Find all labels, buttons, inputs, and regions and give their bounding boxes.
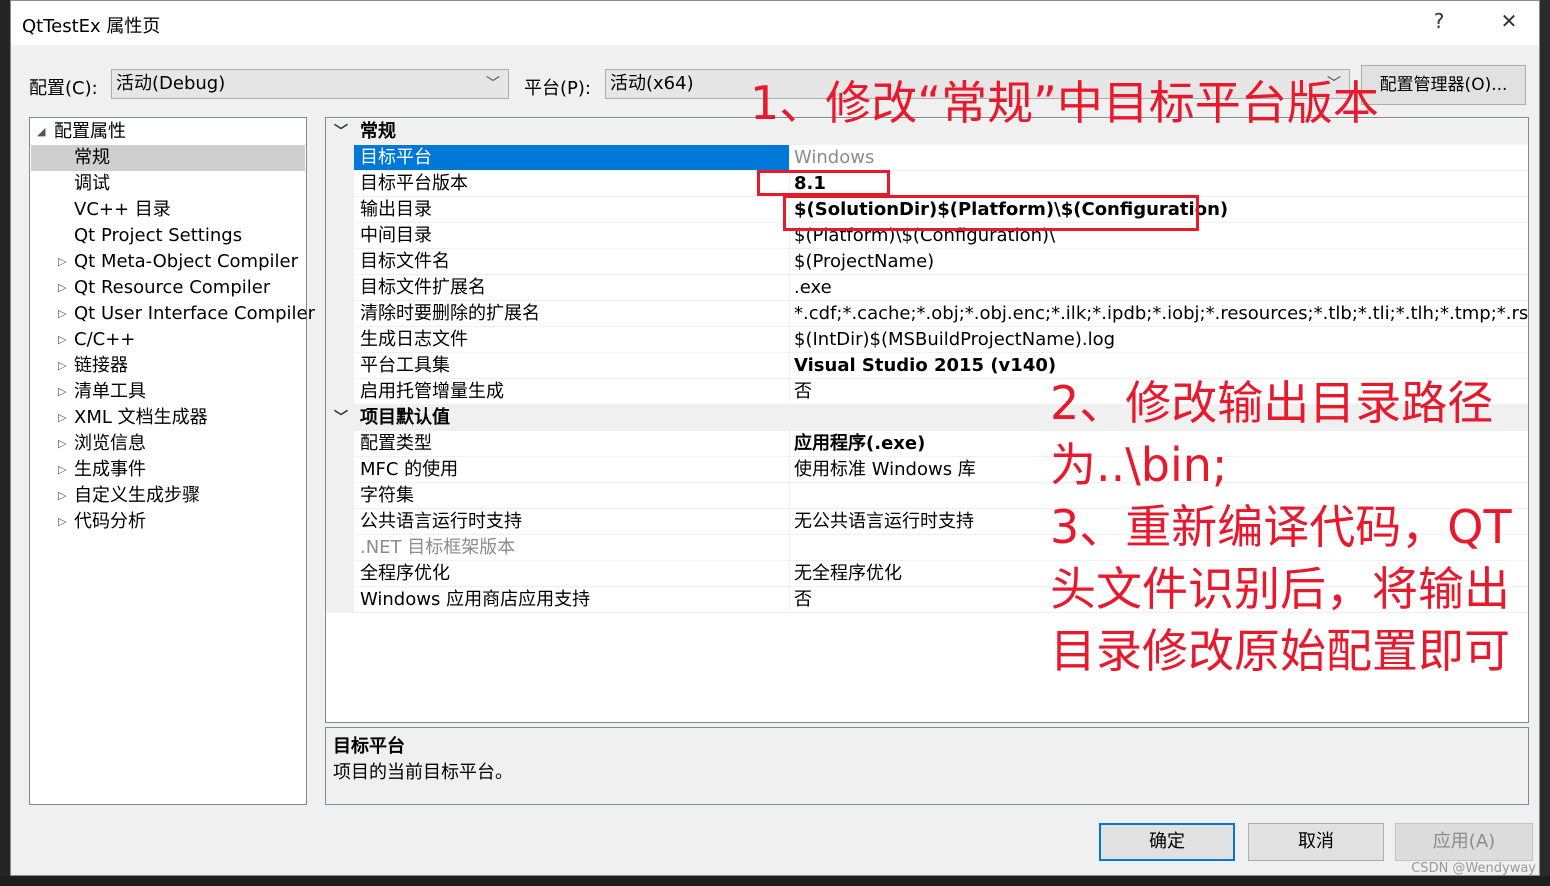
property-name: Windows 应用商店应用支持	[354, 587, 790, 612]
description-title: 目标平台	[333, 736, 405, 757]
annotation-step2-path: 为..\bin;	[1050, 438, 1228, 492]
highlight-box-platform-version	[757, 170, 890, 196]
tree-item-xml-doc-generator[interactable]: XML 文档生成器	[74, 405, 208, 431]
expanded-triangle-icon[interactable]: ◢	[37, 125, 45, 138]
config-label: 配置(C):	[29, 78, 98, 99]
property-name: 平台工具集	[354, 353, 790, 378]
collapsed-triangle-icon[interactable]: ▷	[58, 437, 66, 450]
annotation-step2: 2、修改输出目录路径	[1050, 376, 1494, 430]
watermark: CSDN @Wendyway	[1411, 861, 1536, 876]
tree-item-vc-directories[interactable]: VC++ 目录	[74, 197, 171, 223]
property-name: 目标平台版本	[354, 171, 790, 196]
config-value: 活动(Debug)	[116, 73, 226, 94]
tree-item-linker[interactable]: 链接器	[74, 353, 128, 379]
grid-row[interactable]: MFC 的使用 使用标准 Windows 库	[326, 457, 1528, 483]
tree-item-c-cpp[interactable]: C/C++	[74, 327, 135, 353]
apply-button[interactable]: 应用(A)	[1395, 823, 1533, 861]
config-combo[interactable]: 活动(Debug) ﹀	[111, 69, 509, 99]
tree-item-browse-info[interactable]: 浏览信息	[74, 431, 146, 457]
chevron-down-icon: ﹀	[486, 76, 500, 92]
help-button[interactable]: ?	[1419, 9, 1459, 33]
description-text: 项目的当前目标平台。	[333, 762, 513, 783]
grid-row[interactable]: 目标文件名 $(ProjectName)	[326, 249, 1528, 275]
category-general-label: 常规	[360, 121, 396, 142]
grid-row[interactable]: 清除时要删除的扩展名 *.cdf;*.cache;*.obj;*.obj.enc;…	[326, 301, 1528, 327]
property-name: 输出目录	[354, 197, 790, 222]
description-panel: 目标平台 项目的当前目标平台。	[325, 727, 1529, 805]
property-name: 清除时要删除的扩展名	[354, 301, 790, 326]
collapsed-triangle-icon[interactable]: ▷	[58, 489, 66, 502]
highlight-box-output-dir	[783, 195, 1199, 231]
annotation-step1: 1、修改“常规”中目标平台版本	[750, 76, 1379, 130]
tree-item-general[interactable]: 常规	[74, 145, 110, 171]
title-bar: QtTestEx 属性页 ? ✕	[11, 1, 1539, 45]
collapsed-triangle-icon[interactable]: ▷	[58, 333, 66, 346]
ok-button[interactable]: 确定	[1099, 823, 1235, 861]
grid-row[interactable]: 目标平台版本 8.1	[326, 171, 1528, 197]
cancel-button[interactable]: 取消	[1248, 823, 1384, 861]
property-value[interactable]: 8.1	[790, 171, 1528, 197]
annotation-step3-line3: 目录修改原始配置即可	[1050, 624, 1510, 678]
annotation-step3-line2: 头文件识别后，将输出	[1050, 562, 1510, 616]
property-value[interactable]: Windows	[790, 145, 1528, 171]
property-name: 配置类型	[354, 431, 790, 456]
property-name: 全程序优化	[354, 561, 790, 586]
collapsed-triangle-icon[interactable]: ▷	[58, 385, 66, 398]
property-name: 目标文件扩展名	[354, 275, 790, 300]
property-name: 字符集	[354, 483, 790, 508]
collapsed-triangle-icon[interactable]: ▷	[58, 463, 66, 476]
tree-item-debugging[interactable]: 调试	[74, 171, 110, 197]
annotation-step3: 3、重新编译代码，QT	[1050, 500, 1512, 554]
tree-selection-highlight	[31, 145, 305, 171]
property-name: MFC 的使用	[354, 457, 790, 482]
tree-item-custom-build-step[interactable]: 自定义生成步骤	[74, 483, 200, 509]
property-name: 公共语言运行时支持	[354, 509, 790, 534]
window-title: QtTestEx 属性页	[22, 16, 161, 37]
platform-label: 平台(P):	[524, 78, 591, 99]
tree-item-code-analysis[interactable]: 代码分析	[74, 509, 146, 535]
collapsed-triangle-icon[interactable]: ▷	[58, 307, 66, 320]
category-defaults-label: 项目默认值	[360, 407, 450, 428]
collapse-caret-icon[interactable]: ﹀	[334, 119, 348, 145]
background-taskbar-strip	[0, 876, 1550, 886]
tree-root-config-properties[interactable]: 配置属性	[54, 119, 126, 145]
tree-item-qt-rcc[interactable]: Qt Resource Compiler	[74, 275, 270, 301]
tree-item-qt-uic[interactable]: Qt User Interface Compiler	[74, 301, 315, 327]
tree-item-qt-project-settings[interactable]: Qt Project Settings	[74, 223, 242, 249]
collapse-caret-icon[interactable]: ﹀	[334, 405, 348, 431]
grid-row[interactable]: 配置类型 应用程序(.exe)	[326, 431, 1528, 457]
grid-row[interactable]: 目标文件扩展名 .exe	[326, 275, 1528, 301]
collapsed-triangle-icon[interactable]: ▷	[58, 255, 66, 268]
property-value[interactable]: $(IntDir)$(MSBuildProjectName).log	[790, 327, 1528, 353]
property-value[interactable]: *.cdf;*.cache;*.obj;*.obj.enc;*.ilk;*.ip…	[790, 301, 1528, 327]
collapsed-triangle-icon[interactable]: ▷	[58, 411, 66, 424]
collapsed-triangle-icon[interactable]: ▷	[58, 359, 66, 372]
collapsed-triangle-icon[interactable]: ▷	[58, 281, 66, 294]
property-tree: ◢ 配置属性 常规 调试 VC++ 目录 Qt Project Settings…	[29, 117, 315, 805]
config-manager-button[interactable]: 配置管理器(O)...	[1361, 65, 1526, 105]
close-button[interactable]: ✕	[1489, 9, 1529, 33]
grid-row[interactable]: 生成日志文件 $(IntDir)$(MSBuildProjectName).log	[326, 327, 1528, 353]
property-name: 目标文件名	[354, 249, 790, 274]
tree-item-manifest-tool[interactable]: 清单工具	[74, 379, 146, 405]
tree-item-qt-moc[interactable]: Qt Meta-Object Compiler	[74, 249, 298, 275]
grid-row[interactable]: 目标平台 Windows	[326, 145, 1528, 171]
property-name: 生成日志文件	[354, 327, 790, 352]
property-value[interactable]: $(ProjectName)	[790, 249, 1528, 275]
property-name: 中间目录	[354, 223, 790, 248]
property-value[interactable]: .exe	[790, 275, 1528, 301]
tree-item-build-events[interactable]: 生成事件	[74, 457, 146, 483]
collapsed-triangle-icon[interactable]: ▷	[58, 515, 66, 528]
property-name: .NET 目标框架版本	[354, 535, 790, 560]
property-name: 目标平台	[354, 145, 790, 170]
property-name: 启用托管增量生成	[354, 379, 790, 404]
platform-value: 活动(x64)	[610, 73, 694, 94]
